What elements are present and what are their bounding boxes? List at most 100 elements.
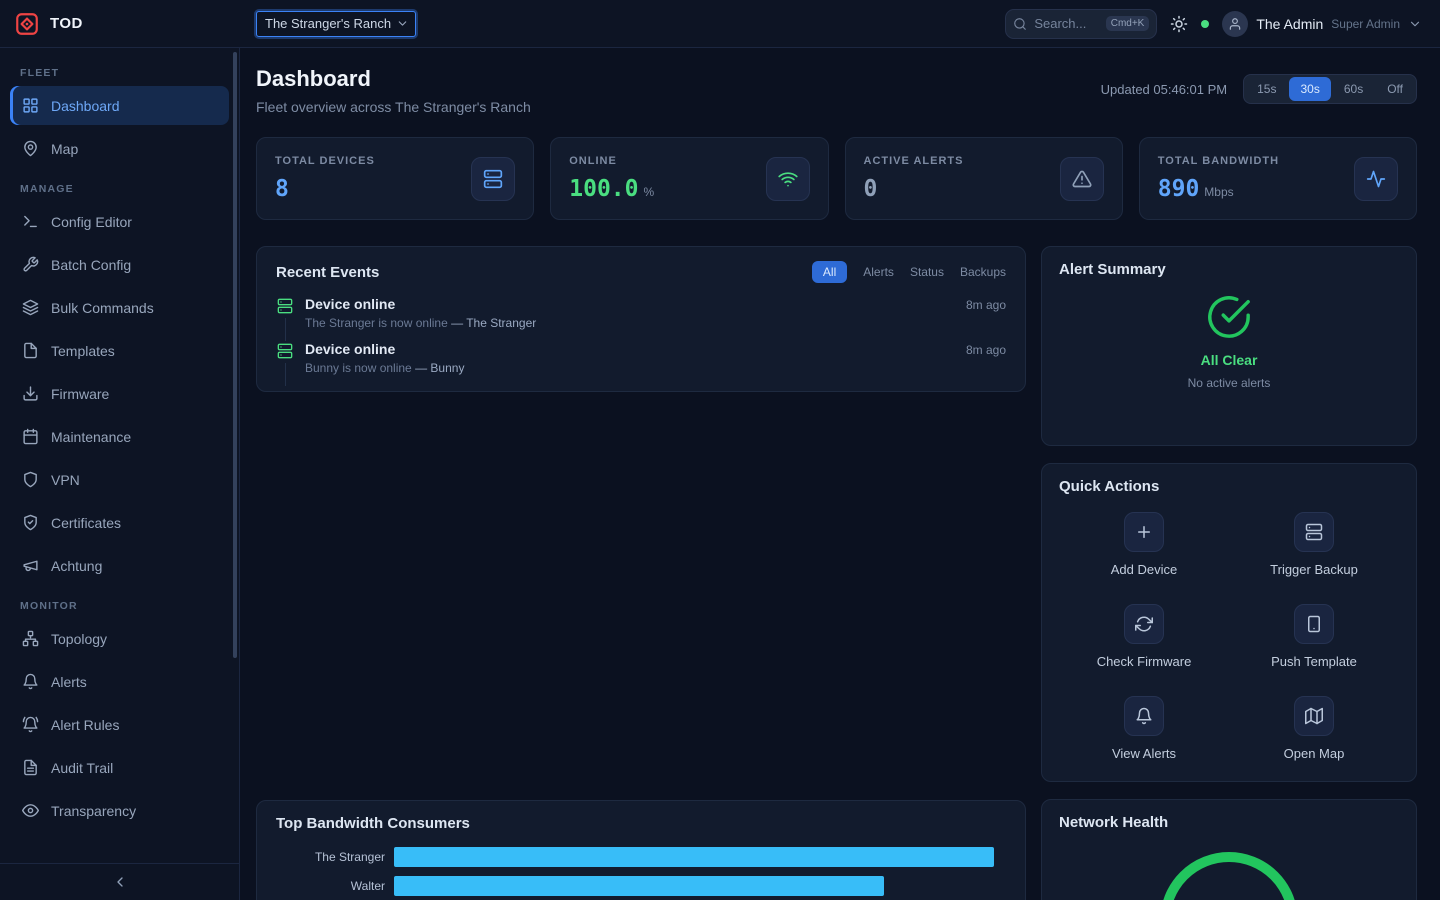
sidebar-item-label: Dashboard	[51, 98, 120, 114]
stat-unit: Mbps	[1204, 185, 1233, 199]
quick-actions-grid: Add Device Trigger Backup Check Firmware…	[1059, 512, 1399, 761]
sidebar-item-topology[interactable]: Topology	[10, 619, 229, 658]
timeline-connector	[285, 363, 286, 386]
sidebar-item-label: Audit Trail	[51, 760, 113, 776]
bar	[394, 847, 994, 867]
bar-label: The Stranger	[276, 850, 394, 864]
main-content: Dashboard Fleet overview across The Stra…	[240, 48, 1440, 900]
sun-icon	[1170, 15, 1188, 33]
event-item[interactable]: Device online8m ago The Stranger is now …	[276, 296, 1006, 341]
sidebar-item-templates[interactable]: Templates	[10, 331, 229, 370]
app-name: TOD	[50, 15, 83, 32]
user-menu[interactable]: The Admin Super Admin	[1222, 11, 1422, 37]
quick-action-iconbox	[1124, 512, 1164, 552]
wrench-icon	[22, 256, 39, 273]
quick-action-view-alerts[interactable]: View Alerts	[1059, 696, 1229, 761]
sidebar-item-config-editor[interactable]: Config Editor	[10, 202, 229, 241]
sidebar-item-label: Certificates	[51, 515, 121, 531]
events-filter-backups[interactable]: Backups	[960, 265, 1006, 279]
org-selector-value: The Stranger's Ranch	[265, 16, 391, 31]
search-input[interactable]: Search... Cmd+K	[1005, 9, 1157, 39]
quick-action-push-template[interactable]: Push Template	[1229, 604, 1399, 669]
org-selector[interactable]: The Stranger's Ranch	[256, 11, 416, 37]
sidebar-item-maintenance[interactable]: Maintenance	[10, 417, 229, 456]
sidebar-item-bulk-commands[interactable]: Bulk Commands	[10, 288, 229, 327]
events-filter-status[interactable]: Status	[910, 265, 944, 279]
events-filter-alerts[interactable]: Alerts	[863, 265, 894, 279]
server-icon	[277, 343, 293, 359]
header-right: Search... Cmd+K The Admin Super Admin	[1005, 9, 1440, 39]
sidebar-section-fleet: FLEET	[20, 67, 219, 79]
stat-iconbox	[1060, 157, 1104, 201]
theme-toggle-button[interactable]	[1170, 15, 1188, 33]
search-icon	[1013, 17, 1027, 31]
page-header: Dashboard Fleet overview across The Stra…	[256, 66, 1417, 115]
stat-value: 8	[275, 176, 375, 202]
quick-action-iconbox	[1124, 696, 1164, 736]
sidebar-item-map[interactable]: Map	[10, 129, 229, 168]
stat-card-total-bandwidth: TOTAL BANDWIDTH 890Mbps	[1139, 137, 1417, 220]
events-filter-all[interactable]: All	[812, 261, 847, 283]
sidebar-item-vpn[interactable]: VPN	[10, 460, 229, 499]
layers-icon	[22, 299, 39, 316]
quick-action-open-map[interactable]: Open Map	[1229, 696, 1399, 761]
download-icon	[22, 385, 39, 402]
bandwidth-chart-card: Top Bandwidth Consumers The Stranger Wal…	[256, 800, 1026, 900]
sidebar-item-dashboard[interactable]: Dashboard	[10, 86, 229, 125]
server-icon	[483, 169, 503, 189]
stat-value: 100.0%	[569, 176, 654, 202]
logo-icon	[14, 11, 40, 37]
sidebar-item-firmware[interactable]: Firmware	[10, 374, 229, 413]
refresh-option-off[interactable]: Off	[1376, 77, 1414, 101]
quick-action-trigger-backup[interactable]: Trigger Backup	[1229, 512, 1399, 577]
refresh-option-15s[interactable]: 15s	[1246, 77, 1287, 101]
quick-action-iconbox	[1294, 696, 1334, 736]
sidebar-collapse-button[interactable]	[0, 863, 239, 900]
calendar-icon	[22, 428, 39, 445]
sidebar-item-achtung[interactable]: Achtung	[10, 546, 229, 585]
quick-action-label: Open Map	[1284, 746, 1345, 761]
user-icon	[1228, 17, 1242, 31]
stat-iconbox	[766, 157, 810, 201]
quick-action-check-firmware[interactable]: Check Firmware	[1059, 604, 1229, 669]
quick-actions-title: Quick Actions	[1059, 478, 1399, 495]
stat-label: TOTAL DEVICES	[275, 155, 375, 167]
sidebar-item-certificates[interactable]: Certificates	[10, 503, 229, 542]
sidebar: FLEETDashboardMapMANAGEConfig EditorBatc…	[0, 48, 240, 900]
event-device: — The Stranger	[451, 316, 536, 330]
search-shortcut-badge: Cmd+K	[1106, 16, 1150, 31]
refresh-option-60s[interactable]: 60s	[1333, 77, 1374, 101]
search-icon	[1013, 17, 1027, 31]
plus-icon	[1135, 523, 1153, 541]
stat-iconbox	[1354, 157, 1398, 201]
event-item[interactable]: Device online8m ago Bunny is now online …	[276, 341, 1006, 386]
updated-timestamp: Updated 05:46:01 PM	[1101, 82, 1227, 97]
quick-action-add-device[interactable]: Add Device	[1059, 512, 1229, 577]
bell-icon	[1135, 707, 1153, 725]
recent-events-title: Recent Events	[276, 264, 379, 281]
smartphone-icon	[1305, 615, 1323, 633]
sidebar-item-audit-trail[interactable]: Audit Trail	[10, 748, 229, 787]
quick-action-iconbox	[1294, 512, 1334, 552]
sidebar-item-transparency[interactable]: Transparency	[10, 791, 229, 830]
alert-triangle-icon	[1072, 169, 1092, 189]
sidebar-item-alerts[interactable]: Alerts	[10, 662, 229, 701]
bar-row: Walter	[276, 876, 1006, 896]
event-time: 8m ago	[966, 343, 1006, 357]
grid-icon	[22, 97, 39, 114]
event-device: — Bunny	[415, 361, 464, 375]
event-description: The Stranger is now online — The Strange…	[305, 316, 1006, 330]
chevron-left-icon	[112, 874, 128, 890]
sidebar-item-label: Achtung	[51, 558, 102, 574]
page-title: Dashboard	[256, 66, 531, 92]
chevron-down-icon	[396, 17, 409, 30]
stat-value: 0	[864, 176, 964, 202]
sidebar-item-batch-config[interactable]: Batch Config	[10, 245, 229, 284]
sidebar-scrollbar[interactable]	[233, 52, 237, 658]
quick-action-label: Add Device	[1111, 562, 1177, 577]
sidebar-item-alert-rules[interactable]: Alert Rules	[10, 705, 229, 744]
quick-actions-card: Quick Actions Add Device Trigger Backup …	[1041, 463, 1417, 782]
topology-icon	[22, 630, 39, 647]
refresh-option-30s[interactable]: 30s	[1289, 77, 1330, 101]
alert-status: All Clear	[1201, 352, 1258, 368]
